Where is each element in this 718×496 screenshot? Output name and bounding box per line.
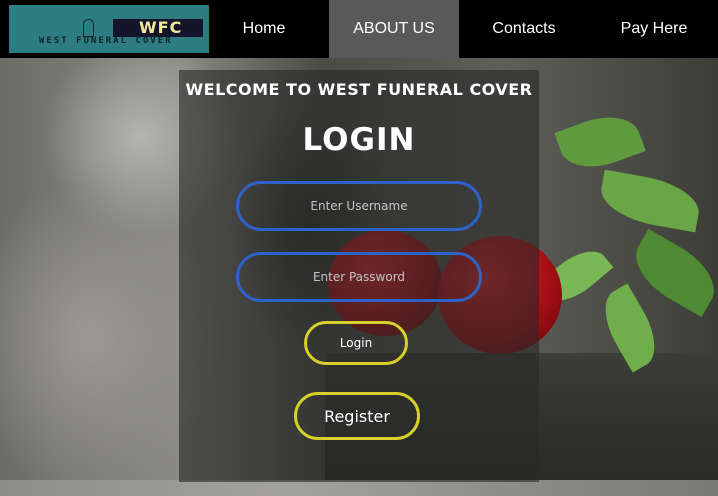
nav-pay-here-link[interactable]: Pay Here	[589, 0, 718, 58]
site-logo[interactable]: WFC WEST FUNERAL COVER	[9, 5, 209, 53]
nav-about-us-link[interactable]: ABOUT US	[329, 0, 459, 58]
register-button[interactable]: Register	[294, 392, 420, 440]
logo-company-name: WEST FUNERAL COVER	[39, 36, 173, 46]
login-button[interactable]: Login	[304, 321, 408, 365]
background-ground	[0, 480, 718, 496]
top-nav-bar: WFC WEST FUNERAL COVER Home ABOUT US Con…	[0, 0, 718, 58]
login-panel: WELCOME TO WEST FUNERAL COVER LOGIN Logi…	[179, 70, 539, 482]
login-title: LOGIN	[302, 122, 416, 158]
leaf	[596, 169, 704, 233]
welcome-heading: WELCOME TO WEST FUNERAL COVER	[185, 80, 533, 99]
nav-contacts-link[interactable]: Contacts	[459, 0, 589, 58]
password-input[interactable]	[236, 252, 482, 302]
leaf	[554, 105, 646, 179]
tombstone-icon	[83, 19, 94, 37]
nav-home-link[interactable]: Home	[199, 0, 329, 58]
username-input[interactable]	[236, 181, 482, 231]
logo-abbreviation: WFC	[139, 18, 183, 37]
